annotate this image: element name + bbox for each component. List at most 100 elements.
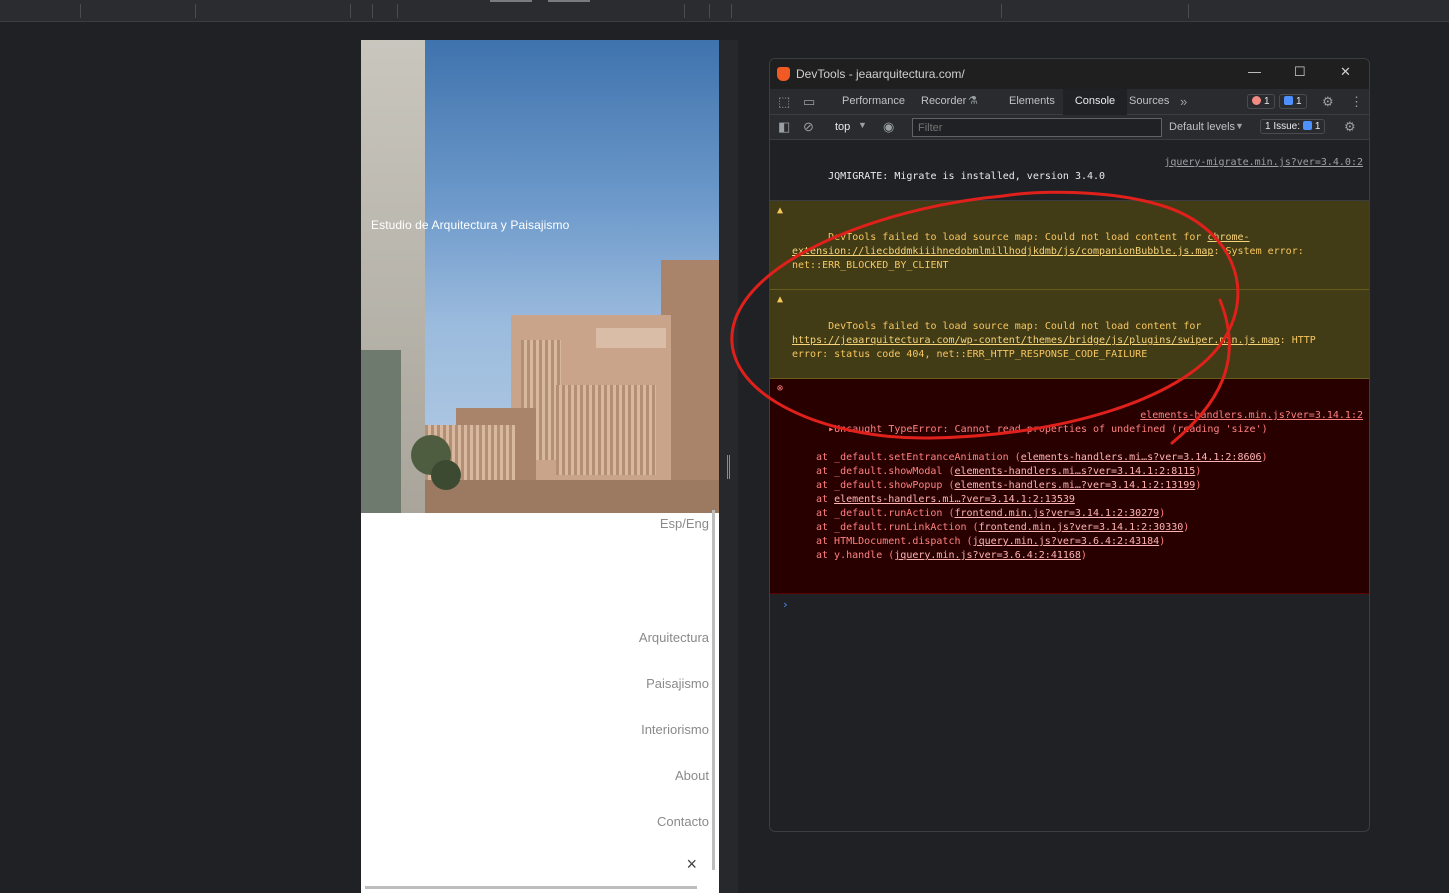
- panel-splitter[interactable]: [719, 40, 738, 893]
- menu-item-contacto[interactable]: Contacto: [639, 814, 709, 860]
- console-settings-icon[interactable]: ⚙: [1344, 119, 1356, 135]
- strip-tab[interactable]: [490, 0, 532, 2]
- stack-frame-function: at HTMLDocument.dispatch (: [816, 536, 973, 547]
- devtools-tabbar: ⬚ ▭ Performance Recorder ⚗ Elements Cons…: [770, 89, 1369, 115]
- window-title: DevTools - jeaarquitectura.com/: [796, 67, 965, 81]
- minimize-icon[interactable]: —: [1248, 64, 1261, 79]
- mobile-site-preview: Estudio de Arquitectura y Paisajismo Esp…: [361, 40, 719, 893]
- strip-divider: [195, 4, 196, 18]
- stack-trace: at _default.setEntranceAnimation (elemen…: [792, 451, 1343, 563]
- error-icon: ⊗: [777, 383, 784, 394]
- horizontal-scrollbar[interactable]: [365, 886, 697, 889]
- warning-icon: ▲: [777, 294, 784, 305]
- error-count-badge[interactable]: 1: [1247, 94, 1275, 109]
- source-link[interactable]: jquery-migrate.min.js?ver=3.4.0:2: [1164, 156, 1363, 170]
- flask-icon: ⚗: [968, 95, 978, 107]
- close-icon[interactable]: ×: [686, 854, 697, 875]
- stack-frame-link[interactable]: elements-handlers.mi…s?ver=3.14.1:2:8115: [954, 466, 1195, 477]
- hero-image: [361, 40, 719, 513]
- filter-input[interactable]: [912, 118, 1162, 137]
- menu-item-about[interactable]: About: [639, 768, 709, 814]
- stack-frame-close: ): [1080, 550, 1087, 561]
- menu-item-paisajismo[interactable]: Paisajismo: [639, 676, 709, 722]
- message-text: JQMIGRATE: Migrate is installed, version…: [828, 171, 1106, 182]
- stack-frame-link[interactable]: elements-handlers.mi…?ver=3.14.1:2:13539: [834, 494, 1075, 505]
- stack-frame: at _default.runLinkAction (frontend.min.…: [792, 521, 1343, 535]
- stack-frame: at _default.showModal (elements-handlers…: [792, 465, 1343, 479]
- tab-recorder[interactable]: Recorder: [921, 95, 966, 107]
- issues-badge[interactable]: 1 Issue: 1: [1260, 119, 1326, 134]
- close-window-icon[interactable]: ✕: [1340, 64, 1351, 80]
- message-text: DevTools failed to load source map: Coul…: [828, 232, 1208, 243]
- stack-frame-link[interactable]: frontend.min.js?ver=3.14.1:2:30279: [954, 508, 1159, 519]
- stack-frame-link[interactable]: jquery.min.js?ver=3.6.4:2:41168: [894, 550, 1081, 561]
- stack-frame-function: at _default.showPopup (: [816, 480, 955, 491]
- stack-frame: at _default.runAction (frontend.min.js?v…: [792, 507, 1343, 521]
- context-selector[interactable]: top: [835, 121, 850, 133]
- menu-item-arquitectura[interactable]: Arquitectura: [639, 630, 709, 676]
- stack-frame-close: ): [1195, 466, 1202, 477]
- tab-console[interactable]: Console: [1063, 89, 1127, 115]
- console-warning-message: ▲ DevTools failed to load source map: Co…: [770, 290, 1369, 379]
- tab-sources[interactable]: Sources: [1129, 95, 1169, 107]
- source-map-link[interactable]: https://jeaarquitectura.com/wp-content/t…: [792, 335, 1280, 346]
- stack-frame-link[interactable]: elements-handlers.mi…s?ver=3.14.1:2:8606: [1021, 452, 1262, 463]
- stack-frame-function: at y.handle (: [816, 550, 895, 561]
- stack-frame-link[interactable]: jquery.min.js?ver=3.6.4:2:43184: [973, 536, 1160, 547]
- stack-frame-function: at _default.setEntranceAnimation (: [816, 452, 1021, 463]
- strip-tab[interactable]: [548, 0, 590, 2]
- stack-frame-function: at _default.runAction (: [816, 508, 955, 519]
- stack-frame-close: ): [1261, 452, 1268, 463]
- devtools-titlebar: DevTools - jeaarquitectura.com/ — ☐ ✕: [770, 59, 1369, 89]
- hero-caption: Estudio de Arquitectura y Paisajismo: [371, 218, 570, 232]
- strip-divider: [709, 4, 710, 18]
- strip-divider: [1188, 4, 1189, 18]
- stack-frame-function: at _default.showModal (: [816, 466, 955, 477]
- strip-divider: [731, 4, 732, 18]
- stack-frame: at _default.setEntranceAnimation (elemen…: [792, 451, 1343, 465]
- vertical-scrollbar[interactable]: [712, 510, 715, 870]
- stack-frame-link[interactable]: elements-handlers.mi…?ver=3.14.1:2:13199: [954, 480, 1195, 491]
- strip-divider: [372, 4, 373, 18]
- stack-frame-function: at: [816, 494, 835, 505]
- console-error-message[interactable]: ⊗ elements-handlers.min.js?ver=3.14.1:2 …: [770, 379, 1369, 594]
- console-prompt[interactable]: ›: [770, 594, 1369, 616]
- drag-handle-icon[interactable]: [727, 455, 730, 479]
- error-text: ▸Uncaught TypeError: Cannot read propert…: [828, 424, 1268, 435]
- chevron-down-icon[interactable]: ▼: [858, 120, 867, 130]
- clear-console-icon[interactable]: ⊘: [803, 119, 814, 135]
- more-tabs-icon[interactable]: »: [1180, 94, 1187, 109]
- console-info-message: jquery-migrate.min.js?ver=3.4.0:2 JQMIGR…: [770, 140, 1369, 201]
- settings-gear-icon[interactable]: ⚙: [1322, 94, 1334, 110]
- tab-elements[interactable]: Elements: [1009, 95, 1055, 107]
- stack-frame: at _default.showPopup (elements-handlers…: [792, 479, 1343, 493]
- devtools-window: DevTools - jeaarquitectura.com/ — ☐ ✕ ⬚ …: [769, 58, 1370, 832]
- console-warning-message: ▲ DevTools failed to load source map: Co…: [770, 201, 1369, 290]
- site-menu: Arquitectura Paisajismo Interiorismo Abo…: [639, 630, 709, 860]
- maximize-icon[interactable]: ☐: [1294, 64, 1306, 80]
- message-count-badge[interactable]: 1: [1279, 94, 1307, 109]
- device-toolbar-icon[interactable]: ▭: [803, 94, 815, 110]
- message-text: DevTools failed to load source map: Coul…: [828, 321, 1208, 332]
- stack-frame: at HTMLDocument.dispatch (jquery.min.js?…: [792, 535, 1343, 549]
- stack-frame: at elements-handlers.mi…?ver=3.14.1:2:13…: [792, 493, 1343, 507]
- kebab-menu-icon[interactable]: ⋮: [1350, 94, 1363, 110]
- chevron-down-icon[interactable]: ▼: [1235, 121, 1244, 131]
- menu-item-interiorismo[interactable]: Interiorismo: [639, 722, 709, 768]
- stack-frame-link[interactable]: frontend.min.js?ver=3.14.1:2:30330: [979, 522, 1184, 533]
- language-switch[interactable]: Esp/Eng: [660, 516, 709, 531]
- brave-logo-icon: [777, 67, 790, 81]
- tab-performance[interactable]: Performance: [842, 95, 905, 107]
- stack-frame-close: ): [1195, 480, 1202, 491]
- console-filterbar: ◧ ⊘ top ▼ ◉ Default levels ▼ 1 Issue: 1 …: [770, 115, 1369, 140]
- stack-frame-close: ): [1159, 508, 1166, 519]
- sidebar-toggle-icon[interactable]: ◧: [778, 119, 790, 135]
- inspect-element-icon[interactable]: ⬚: [778, 94, 790, 110]
- default-levels-dropdown[interactable]: Default levels: [1169, 121, 1235, 133]
- stack-frame-close: ): [1159, 536, 1166, 547]
- strip-divider: [397, 4, 398, 18]
- source-link[interactable]: elements-handlers.min.js?ver=3.14.1:2: [1140, 409, 1363, 423]
- eye-icon[interactable]: ◉: [883, 119, 894, 135]
- strip-divider: [80, 4, 81, 18]
- console-output: jquery-migrate.min.js?ver=3.4.0:2 JQMIGR…: [770, 140, 1369, 616]
